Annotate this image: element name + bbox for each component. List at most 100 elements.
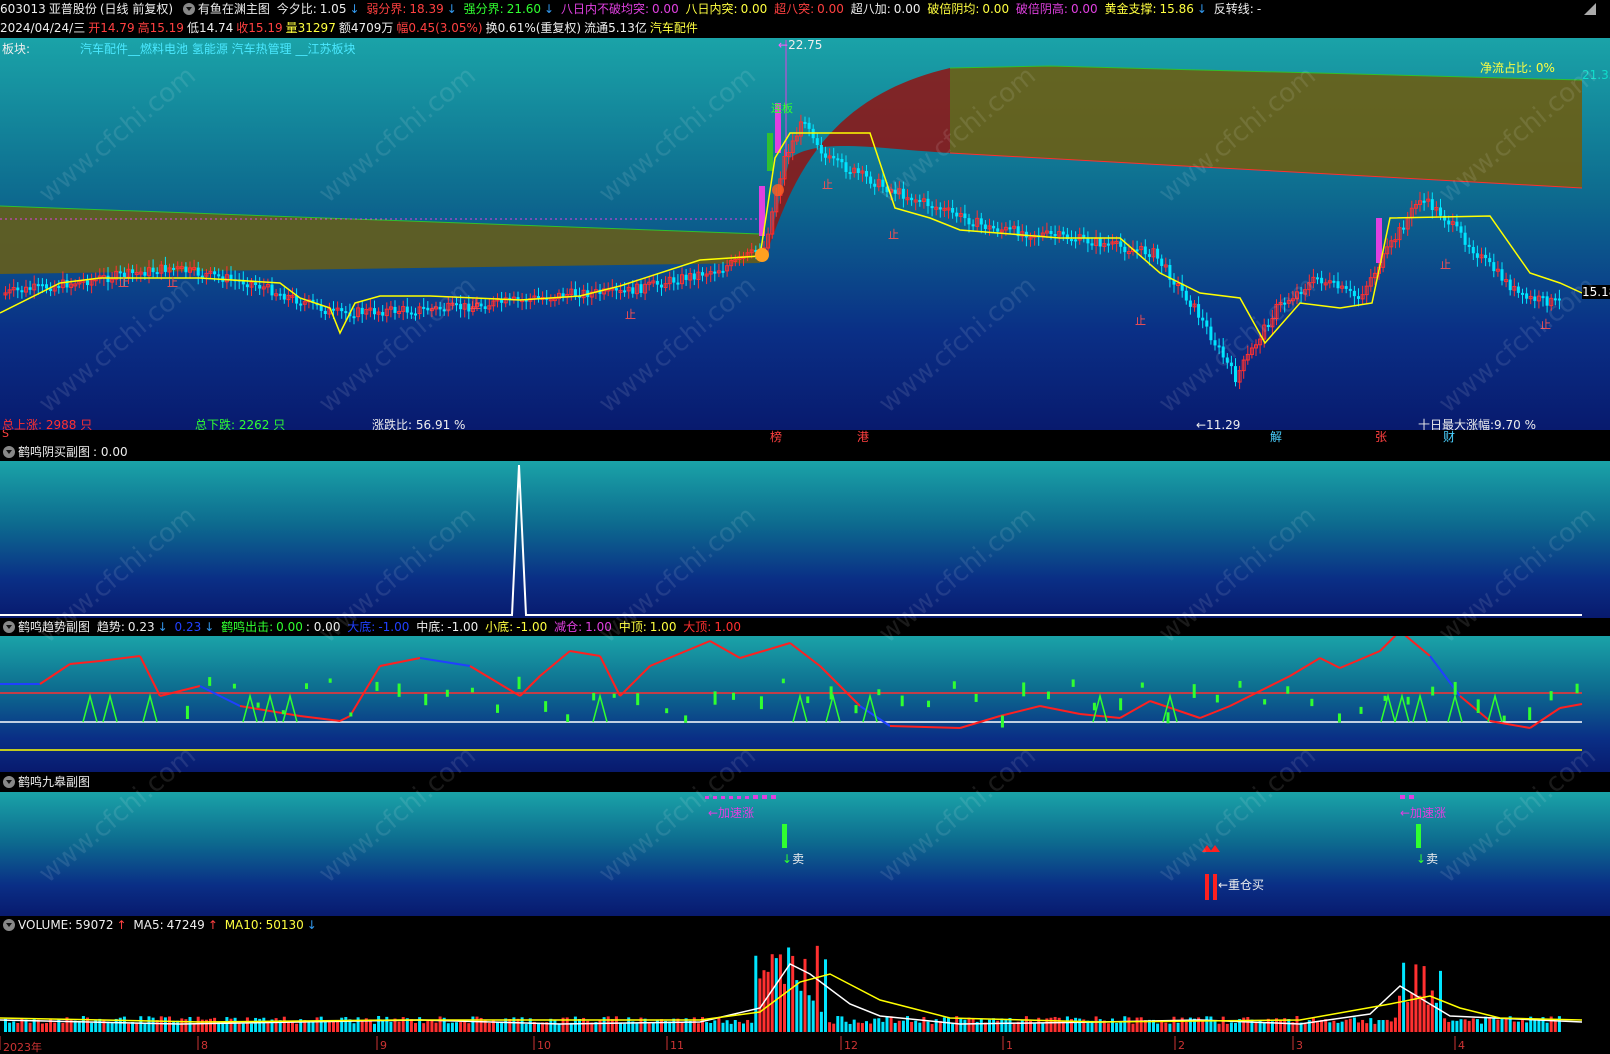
trend-tick (424, 693, 428, 706)
volume-bar (647, 1022, 651, 1032)
volume-bar (1020, 1019, 1024, 1032)
x-axis-label: 4 (1458, 1039, 1465, 1052)
main-chart-panel[interactable]: 止止止止止止止止止 板块: 汽车配件__燃料电池 氢能源 汽车热管理 __江苏板… (0, 38, 1610, 430)
trend-tick (781, 678, 785, 684)
panel1-chart[interactable] (0, 461, 1610, 618)
candle-body (1156, 248, 1160, 259)
bottom-signal-icon (102, 693, 118, 723)
volume-bar (754, 955, 758, 1032)
indicator-dropdown-icon[interactable] (3, 621, 15, 633)
volume-bar (717, 1017, 721, 1032)
volume-bar (1176, 1022, 1180, 1032)
panel2-chart[interactable] (0, 636, 1610, 772)
panel3-title[interactable]: 鹤鸣九皋副图 (18, 775, 90, 789)
event-marker[interactable]: 张 (1375, 430, 1387, 443)
trend-chart (0, 636, 1583, 751)
event-marker[interactable]: 港 (857, 430, 869, 443)
candle-body (483, 306, 487, 309)
indicator-dropdown-icon[interactable] (3, 776, 15, 788)
panel1-line (0, 464, 1582, 616)
trend-segment (419, 657, 471, 667)
volume-bar (848, 1023, 852, 1032)
volume-bar (803, 958, 807, 1032)
trend-tick (665, 708, 669, 714)
candle-body (118, 271, 122, 274)
volume-bar (1074, 1017, 1078, 1032)
main-indicator-name[interactable]: 有鱼在渊主图 (198, 2, 270, 16)
signal-chart (705, 795, 1421, 900)
price-right-current: 15.18 (1582, 285, 1610, 299)
ma5-value: 47249 (166, 918, 205, 932)
volume-chart-panel[interactable] (0, 934, 1610, 1036)
chao-label: 超八突: (774, 2, 815, 16)
trend-segment (349, 665, 381, 717)
expand-icon[interactable] (1584, 3, 1596, 15)
event-marker[interactable]: 财 (1443, 430, 1455, 443)
volume-bar (209, 1018, 212, 1032)
volume-bar (614, 1016, 618, 1032)
candle-body (278, 293, 282, 296)
volume-bar (311, 1022, 315, 1032)
volume-bar (918, 1022, 922, 1032)
volume-bar (828, 1022, 832, 1032)
volume-bar (12, 1021, 16, 1032)
volume-bar (524, 1023, 528, 1032)
arrow-down-icon: ↓ (1416, 852, 1427, 866)
x-axis-label: 8 (201, 1039, 208, 1052)
candle-body (1320, 277, 1324, 284)
volume-bar (696, 1023, 700, 1032)
candle-body (918, 199, 922, 202)
volume-bar (996, 1020, 1000, 1032)
candle-body (422, 306, 426, 309)
volume-bar (549, 1018, 553, 1032)
panel3-chart[interactable]: ←加速涨 ←加速涨 ↓卖 ↓卖 ←重仓买 (0, 792, 1610, 916)
panel1-title[interactable]: 鹤鸣阴买副图 (18, 445, 90, 459)
volume-bar (897, 1020, 901, 1032)
volume-bar (40, 1023, 44, 1032)
candle-body (1266, 325, 1270, 328)
candle-body (881, 179, 885, 187)
volume-bar (865, 1021, 868, 1032)
candle-body (1184, 290, 1188, 301)
volume-bar (655, 1019, 659, 1032)
indicator-dropdown-icon[interactable] (3, 919, 15, 931)
sell-signal-bar (782, 824, 787, 848)
event-marker-s[interactable]: S (2, 430, 9, 440)
candle-body (1439, 207, 1442, 216)
indicator-dropdown-icon[interactable] (182, 3, 195, 15)
quote-sector[interactable]: 汽车配件 (650, 21, 698, 35)
volume-bar (1234, 1023, 1237, 1032)
bottom-signal-icon (142, 693, 158, 723)
quote-turnover: 换0.61%(重复权) (485, 21, 582, 35)
volume-bar (889, 1016, 893, 1032)
pobei2-label: 破倍阴高: (1015, 2, 1068, 16)
trend-tick (256, 702, 260, 708)
volume-bar (336, 1021, 340, 1032)
volume-bar (1496, 1019, 1500, 1032)
x-axis-label: 2023年 (3, 1041, 42, 1054)
up-arrow-icon (1210, 845, 1220, 852)
candle-body (848, 172, 852, 175)
candle-body (1221, 346, 1225, 358)
candle-body (65, 280, 69, 288)
candle-body (131, 269, 135, 274)
volume-bar (778, 954, 782, 1032)
volume-bar (1078, 1018, 1082, 1032)
trend-segment (789, 642, 821, 667)
bottom-signal-icon (1380, 693, 1396, 723)
candle-body (229, 274, 233, 280)
chaoba-label: 超八加: (850, 2, 891, 16)
candle-body (20, 290, 24, 293)
candle-body (442, 309, 446, 312)
candlestick-chart[interactable]: 止止止止止止止止止 (0, 38, 1610, 430)
volume-bar (282, 1016, 286, 1032)
panel2-title[interactable]: 鹤鸣趋势副图 (18, 620, 90, 634)
sector-list[interactable]: 汽车配件__燃料电池 氢能源 汽车热管理 __江苏板块 (80, 40, 355, 57)
event-marker[interactable]: 解 (1270, 430, 1282, 443)
candle-body (106, 275, 110, 283)
event-marker[interactable]: 榜 (770, 430, 782, 443)
lianban-label: 连板 (771, 102, 793, 115)
jinxi-value: 1.05 (319, 2, 347, 16)
indicator-dropdown-icon[interactable] (3, 446, 15, 458)
candle-body (213, 271, 217, 275)
